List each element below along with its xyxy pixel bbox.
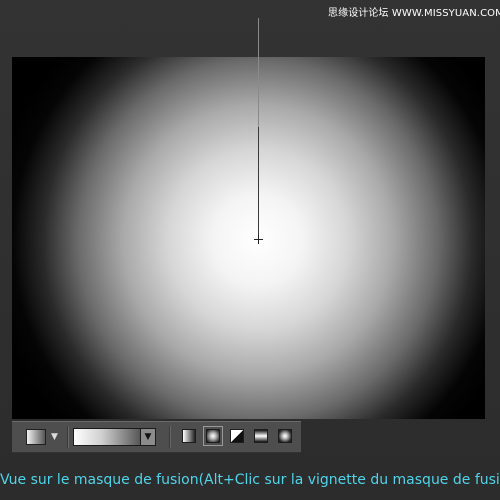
tutorial-frame: 思缘设计论坛 WWW.MISSYUAN.COM ▼ ▼ Vue sur le m…	[0, 0, 500, 500]
toolbar-divider	[67, 426, 69, 448]
gradient-preset-icon[interactable]	[26, 429, 46, 445]
angle-gradient-icon[interactable]	[230, 429, 244, 443]
caption-text: Vue sur le masque de fusion(Alt+Clic sur…	[0, 472, 500, 488]
radial-gradient-icon[interactable]	[203, 426, 223, 446]
toolbar-divider	[169, 426, 171, 448]
diamond-gradient-icon[interactable]	[278, 429, 292, 443]
reflected-gradient-icon[interactable]	[254, 429, 268, 443]
chevron-down-icon[interactable]: ▼	[51, 432, 58, 442]
linear-gradient-icon[interactable]	[182, 429, 196, 443]
watermark: 思缘设计论坛 WWW.MISSYUAN.COM	[328, 8, 500, 19]
gradient-options-bar: ▼ ▼	[12, 421, 301, 453]
crosshair-cursor-icon	[254, 235, 263, 244]
layer-mask-canvas[interactable]	[12, 57, 485, 419]
gradient-drag-line-inner	[258, 127, 259, 237]
gradient-dropdown-chevron-icon[interactable]: ▼	[140, 428, 156, 446]
